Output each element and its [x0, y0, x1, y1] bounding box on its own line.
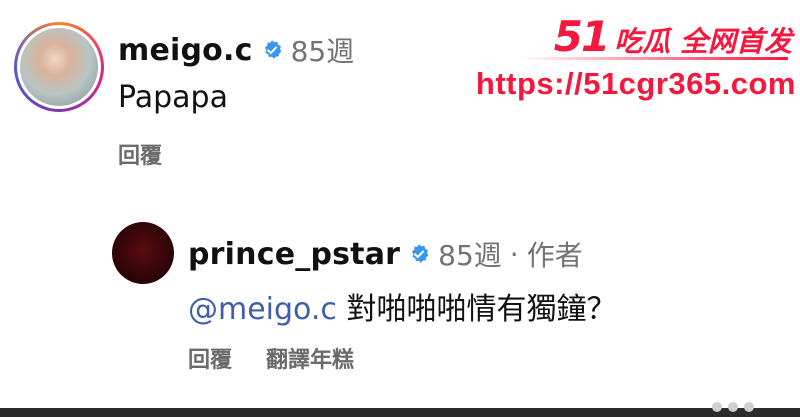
mention-link[interactable]: @meigo.c	[188, 292, 337, 327]
comment-actions: 回覆 翻譯年糕	[188, 342, 354, 374]
comment-meta: prince_pstar 85週 · 作者	[188, 234, 583, 274]
comment-actions: 回覆	[118, 138, 162, 170]
reply-button[interactable]: 回覆	[188, 342, 232, 374]
comment-time: 85週	[290, 35, 355, 68]
verified-badge-icon	[412, 244, 429, 263]
comment-text: Papapa	[118, 80, 228, 115]
watermark-number: 51	[553, 12, 610, 61]
verified-badge-icon	[264, 40, 281, 59]
author-tag: 作者	[526, 239, 583, 272]
username[interactable]: meigo.c	[118, 33, 253, 68]
pager-dot	[712, 402, 722, 412]
bottom-divider	[0, 408, 800, 417]
separator-dot: ·	[509, 237, 519, 271]
reply-button[interactable]: 回覆	[118, 138, 162, 170]
comment-prince: prince_pstar 85週 · 作者 @meigo.c 對啪啪啪情有獨鐘？…	[112, 222, 752, 382]
watermark: 51 吃瓜 全网首发 https://51cgr365.com	[476, 8, 796, 108]
watermark-url: https://51cgr365.com	[475, 66, 796, 101]
avatar-story-ring[interactable]	[14, 22, 104, 112]
comment-body: Papapa	[118, 80, 228, 115]
username[interactable]: prince_pstar	[188, 237, 400, 272]
pager-dot	[728, 402, 738, 412]
pager-indicator	[712, 402, 792, 417]
avatar-prince[interactable]	[112, 222, 174, 284]
comment-text: @meigo.c 對啪啪啪情有獨鐘？	[188, 284, 616, 328]
translate-button[interactable]: 翻譯年糕	[266, 342, 354, 374]
comment-body: 對啪啪啪情有獨鐘？	[346, 292, 617, 327]
comment-time: 85週	[438, 239, 502, 272]
avatar-frame	[17, 25, 101, 109]
avatar-meigo[interactable]	[20, 28, 98, 106]
pager-dot	[744, 402, 754, 412]
comment-meta: meigo.c 85週	[118, 30, 354, 70]
watermark-underline	[518, 57, 788, 60]
watermark-brand: 51 吃瓜 全网首发	[554, 12, 792, 61]
watermark-brand-text: 吃瓜 全网首发	[614, 25, 792, 58]
